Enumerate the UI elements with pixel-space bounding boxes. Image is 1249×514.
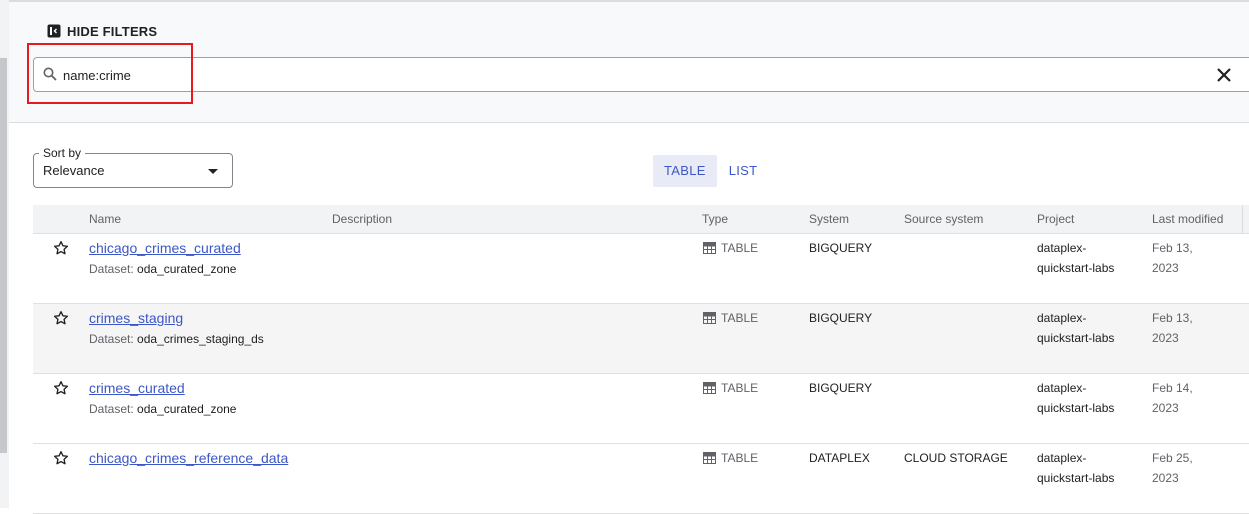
entry-name-link[interactable]: crimes_staging (89, 310, 183, 326)
star-icon[interactable] (53, 450, 69, 466)
entry-source-system: CLOUD STORAGE (904, 451, 1008, 465)
table-row: crimes_curated Dataset: oda_curated_zone… (33, 374, 1249, 444)
entry-name-link[interactable]: chicago_crimes_curated (89, 240, 241, 256)
table-row: chicago_crimes_curated Dataset: oda_cura… (33, 234, 1249, 304)
search-input[interactable] (63, 65, 663, 85)
column-divider (1242, 205, 1243, 233)
entry-project: dataplex-quickstart-labs (1037, 451, 1115, 485)
dataset-value: oda_curated_zone (137, 262, 237, 276)
dataset-label: Dataset: (89, 402, 134, 416)
entry-type: TABLE (703, 241, 758, 255)
entry-dataset: Dataset: oda_curated_zone (89, 262, 236, 276)
entry-type-label: TABLE (721, 241, 759, 255)
dataset-value: oda_curated_zone (137, 402, 237, 416)
entry-name-link[interactable]: crimes_curated (89, 380, 185, 396)
entry-last-modified: Feb 13, 2023 (1152, 311, 1193, 345)
entry-dataset: Dataset: oda_curated_zone (89, 402, 236, 416)
results-table: Name Description Type System Source syst… (33, 205, 1249, 514)
table-grid-icon (703, 452, 716, 464)
entry-system: BIGQUERY (809, 381, 873, 395)
entry-type-label: TABLE (721, 311, 759, 325)
entry-system: BIGQUERY (809, 241, 873, 255)
header-description: Description (332, 212, 393, 226)
hide-filters-button[interactable]: HIDE FILTERS (47, 22, 157, 40)
dataset-label: Dataset: (89, 332, 134, 346)
table-grid-icon (703, 242, 716, 254)
entry-last-modified: Feb 14, 2023 (1152, 381, 1193, 415)
header-system[interactable]: System (809, 212, 849, 226)
entry-project: dataplex-quickstart-labs (1037, 381, 1115, 415)
sort-by-label: Sort by (39, 146, 86, 160)
table-view-button[interactable]: TABLE (653, 155, 717, 187)
left-scrollbar[interactable] (0, 58, 7, 453)
header-type[interactable]: Type (702, 212, 728, 226)
list-view-button[interactable]: LIST (717, 155, 771, 187)
hide-filters-label: HIDE FILTERS (67, 23, 158, 39)
search-bar[interactable] (33, 57, 1249, 92)
header-name[interactable]: Name (89, 212, 121, 226)
view-toggle: TABLE LIST (653, 155, 770, 187)
star-icon[interactable] (53, 310, 69, 326)
entry-type-label: TABLE (721, 381, 759, 395)
header-project[interactable]: Project (1037, 212, 1074, 226)
entry-type: TABLE (703, 451, 758, 465)
filter-panel-icon (47, 24, 61, 38)
entry-type-label: TABLE (721, 451, 759, 465)
header-source-system[interactable]: Source system (904, 212, 983, 226)
header-last-modified[interactable]: Last modified (1152, 212, 1223, 226)
star-icon[interactable] (53, 240, 69, 256)
clear-search-icon[interactable] (1215, 66, 1233, 84)
dataset-label: Dataset: (89, 262, 134, 276)
entry-dataset: Dataset: oda_crimes_staging_ds (89, 332, 264, 346)
table-header: Name Description Type System Source syst… (33, 205, 1249, 234)
entry-last-modified: Feb 13, 2023 (1152, 241, 1193, 275)
entry-project: dataplex-quickstart-labs (1037, 311, 1115, 345)
table-row: crimes_staging Dataset: oda_crimes_stagi… (33, 304, 1249, 374)
sort-by-select[interactable]: Sort by Relevance (33, 146, 233, 188)
table-row: chicago_crimes_reference_data TABLE DATA… (33, 444, 1249, 514)
chevron-down-icon (208, 169, 218, 174)
table-grid-icon (703, 312, 716, 324)
search-icon (43, 67, 57, 81)
entry-name-link[interactable]: chicago_crimes_reference_data (89, 450, 288, 466)
dataset-value: oda_crimes_staging_ds (137, 332, 264, 346)
table-grid-icon (703, 382, 716, 394)
entry-project: dataplex-quickstart-labs (1037, 241, 1115, 275)
entry-system: BIGQUERY (809, 311, 873, 325)
star-icon[interactable] (53, 380, 69, 396)
entry-last-modified: Feb 25, 2023 (1152, 451, 1193, 485)
entry-system: DATAPLEX (809, 451, 870, 465)
entry-type: TABLE (703, 311, 758, 325)
entry-type: TABLE (703, 381, 758, 395)
sort-by-value: Relevance (43, 163, 105, 178)
